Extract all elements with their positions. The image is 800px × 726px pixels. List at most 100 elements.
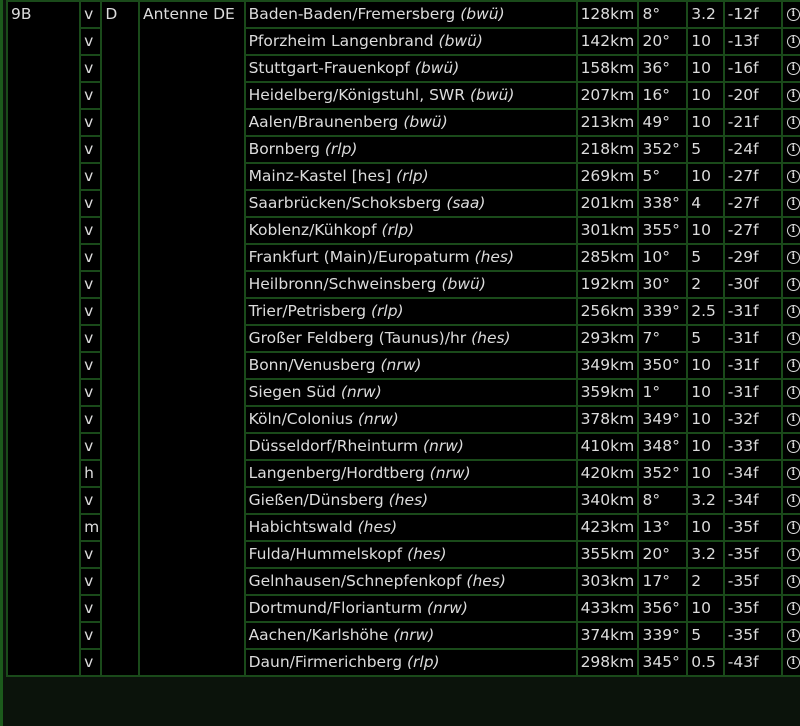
station-region: (rlp) [324, 140, 358, 158]
info-icon[interactable] [786, 35, 800, 48]
power-cell: 10 [686, 432, 725, 461]
distance-cell: 349km [575, 351, 640, 380]
info-cell[interactable] [780, 351, 800, 380]
info-icon[interactable] [786, 251, 800, 264]
info-cell[interactable] [780, 189, 800, 218]
info-cell[interactable] [780, 567, 800, 596]
station-name-cell: Siegen Süd (nrw) [243, 378, 578, 407]
info-icon[interactable] [786, 170, 800, 183]
info-cell[interactable] [780, 135, 800, 164]
info-icon[interactable] [786, 332, 800, 345]
info-icon[interactable] [786, 656, 800, 669]
distance-cell: 293km [575, 324, 640, 353]
station-region: (nrw) [426, 599, 468, 617]
station-name: Stuttgart-Frauenkopf [248, 59, 410, 77]
info-cell[interactable] [780, 108, 800, 137]
station-region: (nrw) [423, 437, 464, 455]
info-icon[interactable] [786, 440, 800, 453]
info-cell[interactable] [780, 243, 800, 272]
azimuth-cell: 10° [637, 243, 689, 272]
info-cell[interactable] [780, 162, 800, 191]
station-region: (rlp) [381, 221, 415, 239]
distance-cell: 269km [575, 162, 640, 191]
info-cell[interactable] [780, 270, 800, 299]
info-icon[interactable] [786, 278, 800, 291]
info-cell[interactable] [780, 297, 800, 326]
info-icon[interactable] [786, 143, 800, 156]
field-strength-cell: -13f [722, 27, 783, 56]
azimuth-cell: 36° [637, 54, 689, 83]
info-cell[interactable] [780, 405, 800, 434]
info-cell[interactable] [780, 459, 800, 488]
power-cell: 3.2 [686, 0, 725, 29]
info-icon[interactable] [786, 494, 800, 507]
info-icon[interactable] [786, 62, 800, 75]
station-region: (bwü) [460, 5, 505, 23]
azimuth-cell: 349° [637, 405, 689, 434]
info-cell[interactable] [780, 540, 800, 569]
station-region: (rlp) [396, 167, 429, 185]
info-cell[interactable] [780, 0, 800, 29]
info-icon[interactable] [786, 413, 800, 426]
polarization-cell: v [79, 0, 103, 29]
info-icon[interactable] [786, 602, 800, 615]
info-cell[interactable] [780, 621, 800, 650]
station-region: (nrw) [340, 383, 382, 401]
info-icon[interactable] [786, 8, 800, 21]
info-icon[interactable] [786, 521, 800, 534]
station-name: Bornberg [248, 140, 320, 158]
station-name-cell: Saarbrücken/Schoksberg (saa) [243, 189, 578, 218]
info-cell[interactable] [780, 486, 800, 515]
info-icon[interactable] [786, 467, 800, 480]
info-cell[interactable] [780, 378, 800, 407]
page-frame: 9B v D Antenne DE Baden-Baden/Fremersberg (b… [0, 0, 800, 726]
info-icon[interactable] [786, 386, 800, 399]
station-region: (nrw) [429, 464, 471, 482]
station-name: Fulda/Hummelskopf [248, 545, 403, 563]
distance-cell: 298km [575, 648, 640, 677]
power-cell: 10 [686, 162, 725, 191]
polarization-cell: v [79, 324, 103, 353]
station-name-cell: Großer Feldberg (Taunus)/hr (hes) [243, 324, 578, 353]
field-strength-cell: -35f [722, 621, 783, 650]
info-cell[interactable] [780, 216, 800, 245]
field-strength-cell: -27f [722, 216, 783, 245]
station-name-cell: Fulda/Hummelskopf (hes) [243, 540, 578, 569]
info-cell[interactable] [780, 81, 800, 110]
info-cell[interactable] [780, 27, 800, 56]
station-name: Koblenz/Kühkopf [248, 221, 377, 239]
azimuth-cell: 17° [637, 567, 689, 596]
azimuth-cell: 339° [637, 621, 689, 650]
station-name-cell: Mainz-Kastel [hes] (rlp) [243, 162, 578, 191]
distance-cell: 158km [575, 54, 640, 83]
station-name-cell: Düsseldorf/Rheinturm (nrw) [243, 432, 578, 461]
info-icon[interactable] [786, 575, 800, 588]
info-icon[interactable] [786, 359, 800, 372]
info-icon[interactable] [786, 197, 800, 210]
info-icon[interactable] [786, 89, 800, 102]
station-name-cell: Pforzheim Langenbrand (bwü) [243, 27, 578, 56]
distance-cell: 207km [575, 81, 640, 110]
distance-cell: 410km [575, 432, 640, 461]
station-name-cell: Trier/Petrisberg (rlp) [243, 297, 578, 326]
info-cell[interactable] [780, 648, 800, 677]
info-icon[interactable] [786, 629, 800, 642]
field-strength-cell: -16f [722, 54, 783, 83]
power-cell: 10 [686, 108, 725, 137]
info-icon[interactable] [786, 224, 800, 237]
info-icon[interactable] [786, 548, 800, 561]
info-cell[interactable] [780, 432, 800, 461]
info-cell[interactable] [780, 513, 800, 542]
distance-cell: 128km [575, 0, 640, 29]
info-icon[interactable] [786, 116, 800, 129]
station-name-cell: Dortmund/Florianturm (nrw) [243, 594, 578, 623]
station-name-cell: Heidelberg/Königstuhl, SWR (bwü) [243, 81, 578, 110]
field-strength-cell: -31f [722, 324, 783, 353]
station-region: (bwü) [469, 86, 515, 104]
azimuth-cell: 355° [637, 216, 689, 245]
info-cell[interactable] [780, 324, 800, 353]
info-cell[interactable] [780, 54, 800, 83]
azimuth-cell: 7° [637, 324, 689, 353]
info-icon[interactable] [786, 305, 800, 318]
info-cell[interactable] [780, 594, 800, 623]
